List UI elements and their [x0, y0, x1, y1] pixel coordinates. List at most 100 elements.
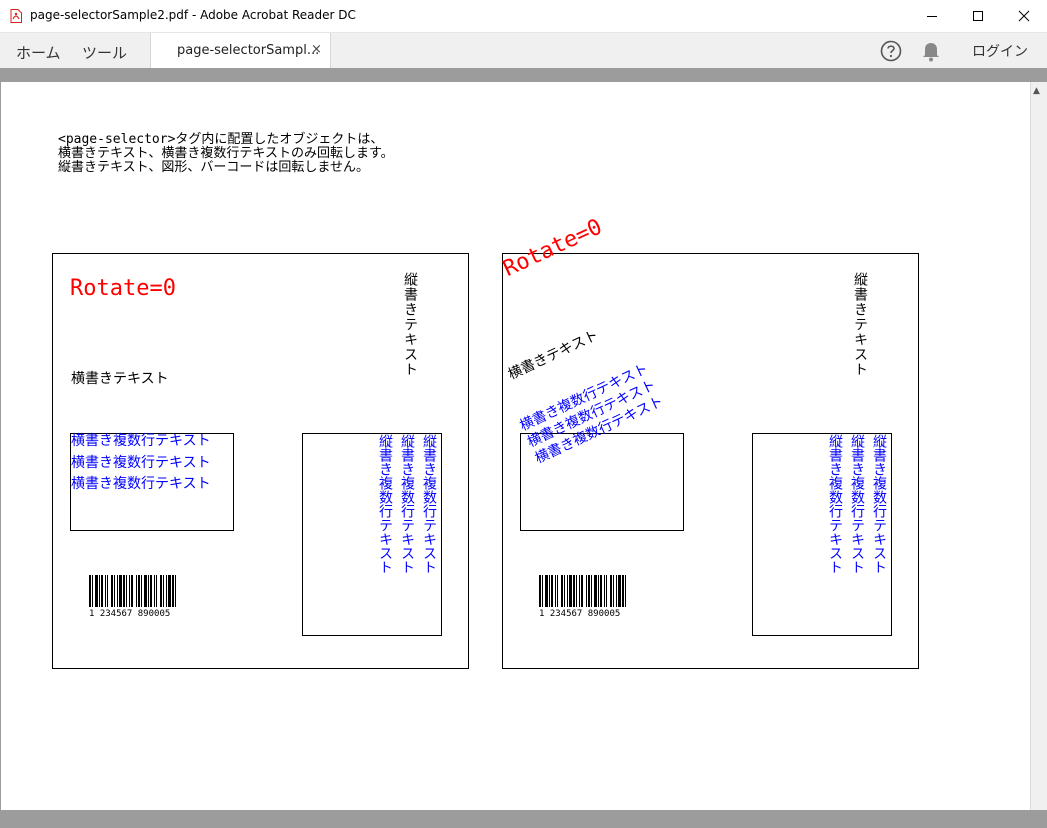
minimize-button[interactable]: [909, 0, 955, 32]
toolbar-separator: [0, 68, 1047, 82]
barcode-bar: [131, 575, 133, 607]
barcode-bar: [604, 575, 605, 607]
barcode-bar: [616, 575, 617, 607]
barcode-bar: [105, 575, 106, 607]
barcode-bar: [101, 575, 103, 607]
barcode-bar: [163, 575, 164, 607]
document-tab-label: page-selectorSampl...: [177, 43, 320, 58]
login-link[interactable]: ログイン: [972, 41, 1028, 61]
text-line: 縦書き複数行テキスト: [399, 434, 415, 574]
barcode-bar: [622, 575, 624, 607]
text-line: 横書き複数行テキスト: [71, 433, 211, 449]
barcode-bar: [119, 575, 122, 607]
barcode-bar: [172, 575, 174, 607]
intro-line: 縦書きテキスト、図形、バーコードは回転しません。: [58, 160, 369, 175]
text-line: 縦書き複数行テキスト: [871, 434, 887, 574]
barcode-bar: [588, 575, 590, 607]
text-line: 縦書き複数行テキスト: [421, 434, 437, 574]
barcode-bar: [606, 575, 607, 607]
barcode-bar: [89, 575, 91, 607]
barcode-bar: [117, 575, 118, 607]
minimize-icon: [927, 16, 937, 17]
barcode-bar: [166, 575, 167, 607]
barcode-bar: [579, 575, 580, 607]
barcode-bar: [111, 575, 113, 607]
multiline-vertical-text: 縦書き複数行テキスト 縦書き複数行テキスト 縦書き複数行テキスト: [374, 434, 440, 574]
barcode-bar: [136, 575, 137, 607]
barcode-bar: [551, 575, 553, 607]
vertical-scrollbar[interactable]: [1030, 82, 1047, 810]
text-line: 横書き複数行テキスト: [71, 454, 211, 471]
panel-rotate-rotated: Rotate=0 横書きテキスト 縦書きテキスト 横書き複数行テキスト 横書き複…: [499, 215, 919, 669]
vertical-text: 縦書きテキスト: [852, 272, 868, 377]
barcode-bar: [594, 575, 597, 607]
barcode-bar: [148, 575, 149, 607]
barcode-bar: [618, 575, 621, 607]
home-menu[interactable]: ホーム: [16, 42, 61, 63]
barcode-bar: [598, 575, 599, 607]
text-line: 縦書き複数行テキスト: [849, 434, 865, 574]
barcode-bar: [539, 575, 541, 607]
barcode-bar: [555, 575, 556, 607]
status-bar: [0, 810, 1047, 828]
barcode-bar: [126, 575, 127, 607]
text-line: 横書き複数行テキスト: [71, 476, 211, 492]
barcode-bar: [154, 575, 155, 607]
barcode-bar: [542, 575, 543, 607]
document-tab[interactable]: page-selectorSampl... ×: [150, 33, 331, 68]
barcode-bar: [99, 575, 100, 607]
bell-icon[interactable]: [921, 40, 941, 62]
barcode-bar: [581, 575, 583, 607]
scroll-up-icon[interactable]: ▲: [1033, 86, 1040, 96]
barcode-digits: 1 234567 890005: [539, 609, 620, 619]
text-line: 縦書き複数行テキスト: [827, 434, 843, 574]
rotate-label: Rotate=0: [70, 276, 176, 301]
barcode-bar: [564, 575, 565, 607]
barcode-bar: [600, 575, 602, 607]
window-title: page-selectorSample2.pdf - Adobe Acrobat…: [30, 8, 356, 22]
multiline-vertical-text: 縦書き複数行テキスト 縦書き複数行テキスト 縦書き複数行テキスト: [824, 434, 890, 574]
barcode-bar: [591, 575, 592, 607]
close-icon: [1018, 10, 1030, 22]
horizontal-text: 横書きテキスト: [505, 327, 602, 384]
horizontal-text: 横書きテキスト: [71, 371, 169, 387]
barcode: 1 234567 890005: [539, 575, 626, 619]
tools-menu[interactable]: ツール: [82, 42, 127, 63]
barcode-bar: [144, 575, 147, 607]
barcode-bar: [141, 575, 142, 607]
barcode-bar: [625, 575, 626, 607]
barcode: 1 234567 890005: [89, 575, 176, 619]
barcode-bar: [557, 575, 558, 607]
vertical-text: 縦書きテキスト: [402, 272, 418, 377]
barcode-bar: [573, 575, 575, 607]
barcode-bar: [610, 575, 612, 607]
barcode-bar: [156, 575, 157, 607]
barcode-bar: [545, 575, 548, 607]
barcode-bar: [576, 575, 577, 607]
barcode-bar: [168, 575, 171, 607]
tab-close-icon[interactable]: ×: [311, 42, 322, 57]
barcode-bar: [569, 575, 572, 607]
intro-line: <page-selector>タグ内に配置したオブジェクトは、: [58, 132, 384, 147]
intro-text: <page-selector>タグ内に配置したオブジェクトは、 横書きテキスト、…: [58, 133, 394, 175]
barcode-bar: [561, 575, 563, 607]
barcode-bar: [138, 575, 140, 607]
barcode-bar: [123, 575, 125, 607]
barcode-bar: [107, 575, 108, 607]
panel-rotate-0: Rotate=0 横書きテキスト 縦書きテキスト 横書き複数行テキスト 横書き複…: [52, 253, 469, 669]
barcode-bar: [129, 575, 130, 607]
barcode-bar: [95, 575, 98, 607]
barcode-bar: [160, 575, 162, 607]
pdf-file-icon: [10, 9, 22, 23]
multiline-horizontal-text: 横書き複数行テキスト 横書き複数行テキスト 横書き複数行テキスト: [71, 431, 211, 496]
barcode-bar: [613, 575, 614, 607]
barcode-bar: [92, 575, 93, 607]
window-titlebar: page-selectorSample2.pdf - Adobe Acrobat…: [0, 0, 1047, 33]
barcode-bar: [586, 575, 587, 607]
intro-line: 横書きテキスト、横書き複数行テキストのみ回転します。: [58, 146, 394, 161]
barcode-bar: [549, 575, 550, 607]
barcode-bar: [175, 575, 176, 607]
close-window-button[interactable]: [1001, 0, 1047, 32]
help-icon[interactable]: [880, 40, 902, 62]
maximize-button[interactable]: [955, 0, 1001, 32]
